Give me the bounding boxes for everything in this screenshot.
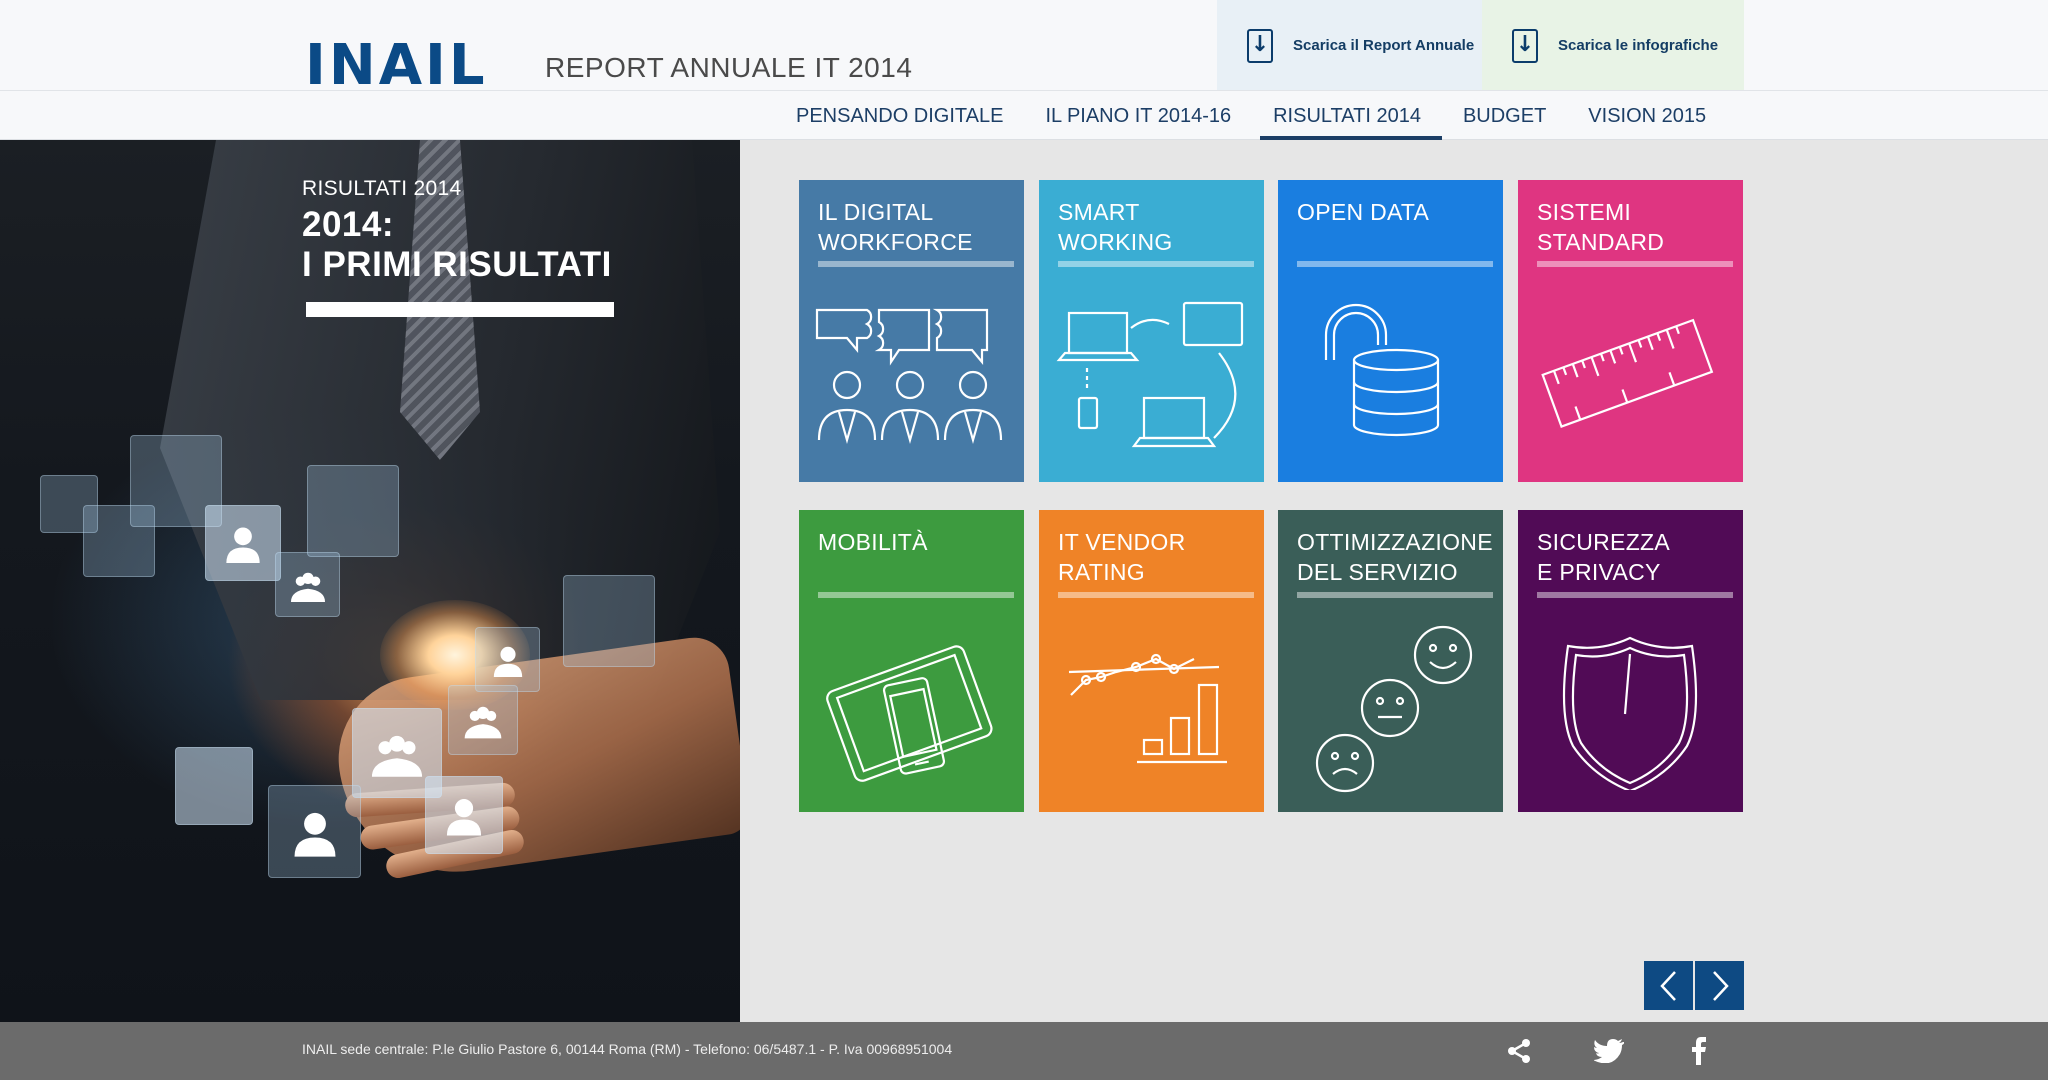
pager <box>1644 961 1744 1010</box>
tile-title: OTTIMIZZAZIONE DEL SERVIZIO <box>1297 529 1493 585</box>
tile-title: IL DIGITAL WORKFORCE <box>818 199 973 255</box>
tile-mobilita[interactable]: MOBILITÀ <box>799 510 1024 812</box>
hero-title-line2: I PRIMI RISULTATI <box>302 245 612 284</box>
tablet-phone-icon <box>826 645 993 782</box>
twitter-icon <box>1594 1039 1624 1063</box>
group-icon <box>464 706 502 739</box>
tile-rule <box>1297 261 1493 267</box>
footer-address: INAIL sede centrale: P.le Giulio Pastore… <box>302 1041 953 1057</box>
tile-title: SISTEMI STANDARD <box>1537 199 1665 255</box>
tile-title: SMART WORKING <box>1058 199 1173 255</box>
tile-title: OPEN DATA <box>1297 199 1430 225</box>
main-nav: PENSANDO DIGITALE IL PIANO IT 2014-16 RI… <box>775 100 1727 140</box>
group-icon <box>290 572 325 602</box>
tile-rule <box>818 592 1014 598</box>
header: INAIL REPORT ANNUALE IT 2014 Scarica il … <box>0 0 2048 140</box>
next-button[interactable] <box>1695 961 1744 1010</box>
download-icon <box>1512 28 1538 63</box>
tile-rule <box>1058 261 1254 267</box>
nav-piano-it[interactable]: IL PIANO IT 2014-16 <box>1024 100 1252 140</box>
hero-title-line1: 2014: <box>302 205 395 244</box>
person-tile <box>175 747 253 825</box>
footer: INAIL sede centrale: P.le Giulio Pastore… <box>0 1022 2048 1080</box>
nav-budget[interactable]: BUDGET <box>1442 100 1567 140</box>
download-infographics-label: Scarica le infografiche <box>1558 37 1719 54</box>
tile-rule <box>1537 261 1733 267</box>
shield-icon <box>1562 636 1698 790</box>
tile-title: IT VENDOR RATING <box>1058 529 1186 585</box>
person-tile <box>205 505 281 581</box>
person-icon <box>493 646 522 677</box>
share-icon <box>1508 1039 1530 1063</box>
group-tile <box>448 685 518 755</box>
person-icon <box>226 527 260 563</box>
group-icon <box>371 735 423 777</box>
twitter-button[interactable] <box>1591 1033 1627 1069</box>
chevron-left-icon <box>1659 970 1676 1001</box>
prev-button[interactable] <box>1644 961 1693 1010</box>
person-icon <box>446 799 482 836</box>
ruler-icon <box>1541 318 1714 428</box>
download-report-button[interactable]: Scarica il Report Annuale <box>1217 0 1482 91</box>
tile-sistemi-standard[interactable]: SISTEMI STANDARD <box>1518 180 1743 482</box>
header-divider <box>0 90 2048 91</box>
nav-risultati-2014[interactable]: RISULTATI 2014 <box>1252 100 1442 140</box>
download-infographics-button[interactable]: Scarica le infografiche <box>1482 0 1744 91</box>
facebook-button[interactable] <box>1681 1033 1717 1069</box>
tile-ottimizzazione-servizio[interactable]: OTTIMIZZAZIONE DEL SERVIZIO <box>1278 510 1503 812</box>
tile-title: SICUREZZA E PRIVACY <box>1537 529 1671 585</box>
inail-logo[interactable]: INAIL <box>305 38 488 94</box>
hero-kicker: RISULTATI 2014 <box>302 177 462 200</box>
network-tile <box>563 575 655 667</box>
tile-open-data[interactable]: OPEN DATA <box>1278 180 1503 482</box>
download-report-label: Scarica il Report Annuale <box>1293 37 1475 54</box>
person-icon <box>294 812 335 857</box>
tile-rule <box>1537 592 1733 598</box>
person-tile <box>475 627 540 692</box>
smiley-scale-icon <box>1315 625 1473 793</box>
download-icon <box>1247 28 1273 63</box>
facebook-icon <box>1692 1037 1706 1065</box>
person-tile <box>268 785 361 878</box>
tile-title: MOBILITÀ <box>818 529 928 555</box>
devices-sync-icon <box>1056 301 1244 448</box>
tile-rule <box>1297 592 1493 598</box>
chevron-right-icon <box>1712 970 1729 1001</box>
tile-rule <box>1058 592 1254 598</box>
tile-smart-working[interactable]: SMART WORKING <box>1039 180 1264 482</box>
hero-underline <box>306 302 614 317</box>
workforce-icon <box>815 308 1003 445</box>
network-tile <box>307 465 399 557</box>
open-database-icon <box>1324 303 1440 437</box>
site-title: REPORT ANNUALE IT 2014 <box>545 52 913 83</box>
nav-vision-2015[interactable]: VISION 2015 <box>1567 100 1727 140</box>
group-tile <box>275 552 340 617</box>
tile-sicurezza-privacy[interactable]: SICUREZZA E PRIVACY <box>1518 510 1743 812</box>
share-button[interactable] <box>1501 1033 1537 1069</box>
hero-image: RISULTATI 2014 2014: I PRIMI RISULTATI <box>0 140 740 1022</box>
tile-rule <box>818 261 1014 267</box>
person-tile <box>425 776 503 854</box>
rating-chart-icon <box>1068 653 1227 764</box>
tile-digital-workforce[interactable]: IL DIGITAL WORKFORCE <box>799 180 1024 482</box>
tile-it-vendor-rating[interactable]: IT VENDOR RATING <box>1039 510 1264 812</box>
nav-pensando-digitale[interactable]: PENSANDO DIGITALE <box>775 100 1024 140</box>
hero-title: 2014: I PRIMI RISULTATI <box>302 205 612 285</box>
